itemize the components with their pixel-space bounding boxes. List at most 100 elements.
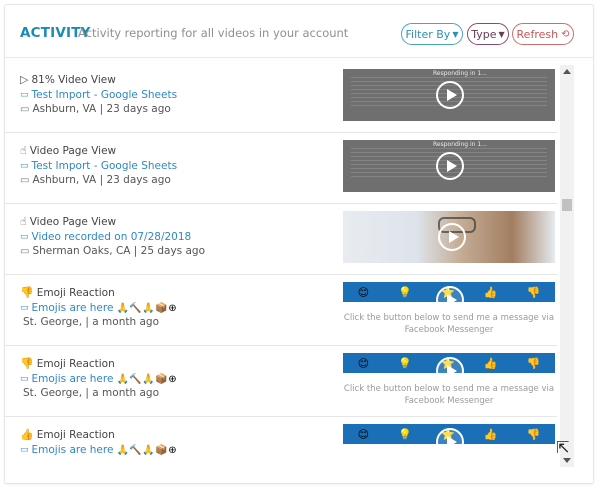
activity-action: ▷ 81% Video View [20,73,116,86]
filter-by-button[interactable]: Filter By ▼ [401,23,463,45]
video-camera-icon: ▭ [20,303,29,313]
video-thumbnail[interactable] [343,211,555,263]
location-label: St. George, | a month ago [23,387,159,399]
scroll-down-icon[interactable] [563,458,571,463]
list-item: ☝ Video Page View ▭ Test Import - Google… [5,132,557,204]
action-label: Emoji Reaction [36,428,115,441]
video-camera-icon: ▭ [20,374,29,384]
smile-icon: 😊 [357,427,370,441]
thumbs-up-icon: 👍 [483,427,498,441]
page-subtitle: Activity reporting for all videos in you… [78,26,349,40]
video-thumbnail[interactable]: 😊 💡 ⭐ 👍 👎 Click the button below to send… [343,353,555,405]
video-thumbnail[interactable]: 😊 💡 ⭐ 👍 👎 [343,424,555,476]
refresh-label: Refresh [516,27,559,41]
video-camera-icon: ▭ [20,232,29,242]
emoji-list: 🙏🔨🙏📦⊕ [116,302,178,314]
bulb-icon: 💡 [398,285,412,299]
thumbs-down-icon: 👎 [526,356,541,370]
video-link[interactable]: Emojis are here [32,302,114,314]
thumbs-down-icon: 👎 [526,285,541,299]
pointer-hand-icon: ☝ [20,215,27,228]
activity-location: St. George, | a month ago [20,316,159,328]
location-label: Ashburn, VA | 23 days ago [32,174,171,186]
action-label: Emoji Reaction [36,357,115,370]
emoji-list: 🙏🔨🙏📦⊕ [116,444,178,456]
activity-action: 👎 Emoji Reaction [20,357,115,370]
list-item: 👎 Emoji Reaction ▭ Emojis are here 🙏🔨🙏📦⊕… [5,274,557,346]
video-link-row: ▭ Emojis are here 🙏🔨🙏📦⊕ [20,373,177,385]
video-link-row: ▭ Video recorded on 07/28/2018 [20,231,191,243]
refresh-button[interactable]: Refresh ⟲ [512,23,574,45]
filter-by-label: Filter By [405,27,451,41]
play-outline-icon: ▷ [20,73,29,86]
list-item: ▷ 81% Video View ▭ Test Import - Google … [5,61,557,133]
video-link-row: ▭ Test Import - Google Sheets [20,89,177,101]
thumbs-up-icon: 👍 [20,428,34,441]
video-link-row: ▭ Test Import - Google Sheets [20,160,177,172]
activity-location: St. George, | a month ago [20,387,159,399]
action-label: Video Page View [29,215,117,228]
video-thumbnail[interactable]: Responding in 1... [343,69,555,121]
activity-action: ☝ Video Page View [20,215,116,228]
activity-header: ACTIVITY Activity reporting for all vide… [5,5,593,58]
pointer-hand-icon: ☝ [20,144,27,157]
play-icon[interactable] [436,357,464,385]
thumbs-down-icon: 👎 [20,286,34,299]
action-label: Emoji Reaction [36,286,115,299]
video-camera-icon: ▭ [20,161,29,171]
emoji-list: 🙏🔨🙏📦⊕ [116,373,178,385]
smile-icon: 😊 [357,285,370,299]
scrollbar-thumb[interactable] [562,199,572,211]
action-label: 81% Video View [31,73,116,86]
thumbnail-caption: Responding in 1... [433,70,487,77]
bulb-icon: 💡 [398,356,412,370]
desktop-icon: ▭ [20,174,30,186]
play-icon[interactable] [436,81,464,109]
list-item: 👎 Emoji Reaction ▭ Emojis are here 🙏🔨🙏📦⊕… [5,345,557,417]
activity-action: 👍 Emoji Reaction [20,428,115,441]
bulb-icon: 💡 [398,427,412,441]
scrollbar[interactable] [560,65,574,467]
thumbs-up-icon: 👍 [483,285,498,299]
video-link[interactable]: Test Import - Google Sheets [32,160,178,172]
video-thumbnail[interactable]: Responding in 1... [343,140,555,192]
thumbs-down-icon: 👎 [526,427,541,441]
video-link-row: ▭ Emojis are here 🙏🔨🙏📦⊕ [20,302,177,314]
refresh-icon: ⟲ [561,28,570,40]
play-icon[interactable] [436,286,464,314]
activity-location: ▭ Ashburn, VA | 23 days ago [20,103,171,115]
play-icon[interactable] [436,152,464,180]
video-link[interactable]: Video recorded on 07/28/2018 [32,231,192,243]
video-link-row: ▭ Emojis are here 🙏🔨🙏📦⊕ [20,444,177,456]
location-label: St. George, | a month ago [23,316,159,328]
activity-action: ☝ Video Page View [20,144,116,157]
thumbs-up-icon: 👍 [483,356,498,370]
action-label: Video Page View [29,144,117,157]
thumbs-down-icon: 👎 [20,357,34,370]
video-link[interactable]: Test Import - Google Sheets [32,89,178,101]
scroll-up-icon[interactable] [563,69,571,74]
chevron-down-icon: ▼ [498,29,505,39]
list-item: 👍 Emoji Reaction ▭ Emojis are here 🙏🔨🙏📦⊕… [5,416,557,483]
video-link[interactable]: Emojis are here [32,373,114,385]
video-camera-icon: ▭ [20,445,29,455]
activity-list: ▷ 81% Video View ▭ Test Import - Google … [5,61,557,483]
list-item: ☝ Video Page View ▭ Video recorded on 07… [5,203,557,275]
activity-location: ▭ Ashburn, VA | 23 days ago [20,174,171,186]
video-link[interactable]: Emojis are here [32,444,114,456]
desktop-icon: ▭ [20,245,30,257]
video-camera-icon: ▭ [20,90,29,100]
location-label: Sherman Oaks, CA | 25 days ago [32,245,206,257]
chevron-down-icon: ▼ [452,29,459,39]
type-button[interactable]: Type ▼ [467,23,509,45]
location-label: Ashburn, VA | 23 days ago [32,103,171,115]
play-icon[interactable] [436,428,464,456]
desktop-icon: ▭ [20,103,30,115]
mouse-cursor-icon: ⇱ [556,438,570,457]
activity-panel: ACTIVITY Activity reporting for all vide… [4,4,594,484]
activity-location: ▭ Sherman Oaks, CA | 25 days ago [20,245,205,257]
thumbnail-text: Click the button below to send me a mess… [343,384,555,405]
thumbnail-caption: Responding in 1... [433,141,487,148]
video-thumbnail[interactable]: 😊 💡 ⭐ 👍 👎 Click the button below to send… [343,282,555,334]
play-icon[interactable] [438,223,466,251]
